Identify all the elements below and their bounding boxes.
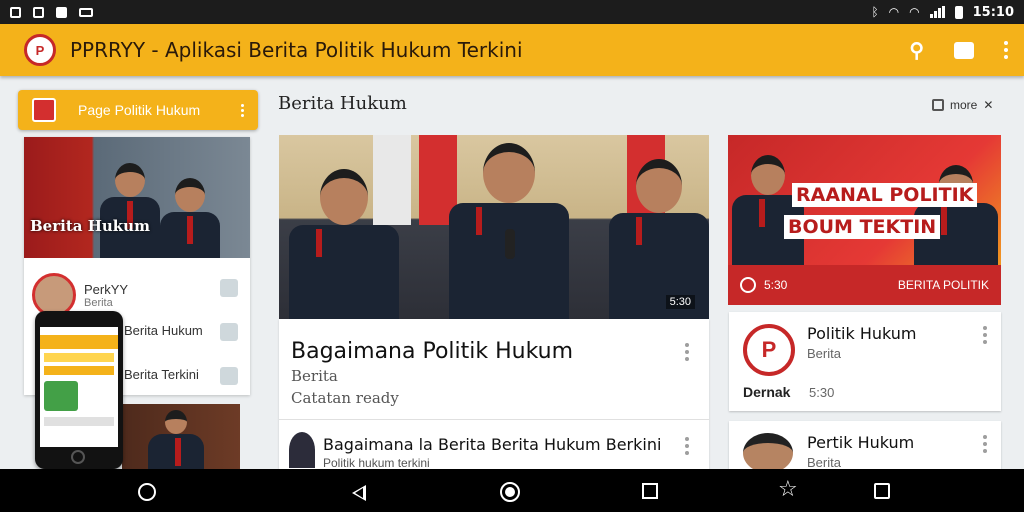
wifi-alt-icon: ◠ xyxy=(909,5,920,19)
recents-icon[interactable] xyxy=(642,483,658,499)
right-card-title: Pertik Hukum xyxy=(807,433,915,452)
star-icon[interactable]: ☆ xyxy=(778,477,798,502)
more-vert-icon[interactable] xyxy=(685,343,689,361)
filter-icon xyxy=(932,99,944,111)
sidebar-video-thumbnail-2[interactable] xyxy=(122,404,240,470)
right-article-card[interactable]: P Politik Hukum Berita Dernak 5:30 xyxy=(729,312,1001,411)
image-icon xyxy=(56,6,67,18)
main-article-source: Berita xyxy=(291,367,338,385)
sidebar-item-title: PerkYY xyxy=(84,281,129,297)
person-figure xyxy=(289,169,399,319)
signal-icon xyxy=(929,6,945,18)
search-icon[interactable]: ⚲ xyxy=(909,38,924,63)
camera-icon xyxy=(33,6,44,18)
article-row-title[interactable]: Bagaimana la Berita Berita Hukum Berkini xyxy=(323,435,661,454)
sim-icon xyxy=(10,6,21,18)
right-card-title: Politik Hukum xyxy=(807,324,917,343)
channel-logo: P xyxy=(743,324,795,376)
right-card-subtitle: Berita xyxy=(807,346,841,361)
status-bar: ᛒ ◠ ◠ 15:10 xyxy=(0,0,1024,24)
sidebar-item-subtitle: Berita xyxy=(84,296,113,309)
app-logo[interactable]: P xyxy=(24,34,56,66)
clock: 15:10 xyxy=(972,4,1014,20)
home-icon[interactable] xyxy=(500,482,520,502)
close-icon: ✕ xyxy=(983,98,994,112)
wifi-icon: ◠ xyxy=(888,5,900,19)
navigation-bar: ☆ xyxy=(0,469,1024,512)
promo-banner[interactable]: RAANAL POLITIK BOUM TEKTIN 5:30 BERITA P… xyxy=(728,135,1001,305)
right-card-channel: Dernak xyxy=(743,384,791,400)
divider xyxy=(279,419,709,420)
phone-screen xyxy=(40,327,118,447)
feed-sort-button[interactable]: more ✕ xyxy=(932,98,993,112)
sidebar-page-label: Page Politik Hukum xyxy=(78,102,201,118)
phone-green-icon xyxy=(44,381,78,411)
person-figure xyxy=(148,410,204,470)
article-thumbnail xyxy=(289,432,315,468)
sidebar-item[interactable]: Berita Hukum xyxy=(124,323,203,338)
more-vert-icon[interactable] xyxy=(241,103,244,117)
more-vert-icon[interactable] xyxy=(685,437,689,455)
keyboard-icon xyxy=(79,7,93,17)
feed-heading: Berita Hukum xyxy=(278,93,407,114)
back-icon[interactable] xyxy=(352,485,366,501)
app-bar: P PPRRYY - Aplikasi Berita Politik Hukum… xyxy=(0,24,1024,76)
sidebar-video-thumbnail[interactable]: Berita Hukum xyxy=(24,137,250,258)
main-video-thumbnail[interactable]: 5:30 xyxy=(279,135,709,319)
battery-icon xyxy=(954,5,963,19)
app-title: PPRRYY - Aplikasi Berita Politik Hukum T… xyxy=(70,38,523,62)
sort-label: more xyxy=(950,98,978,112)
banner-title-line1: RAANAL POLITIK xyxy=(792,183,978,207)
sidebar-page-button[interactable]: Page Politik Hukum xyxy=(18,90,258,130)
person-figure xyxy=(160,178,220,258)
sidebar-item[interactable]: Berita Terkini xyxy=(124,367,199,382)
right-card-subtitle: Berita xyxy=(807,455,841,469)
main-article-card[interactable]: Bagaimana Politik Hukum Berita Catatan r… xyxy=(279,319,709,470)
circle-icon[interactable] xyxy=(138,483,156,501)
person-figure xyxy=(732,155,804,265)
banner-duration: 5:30 xyxy=(764,278,788,292)
sidebar-item-title: Berita Hukum xyxy=(124,323,203,338)
main-article-title: Bagaimana Politik Hukum xyxy=(291,339,574,364)
item-action-icon[interactable] xyxy=(220,323,238,341)
person-figure xyxy=(100,163,160,258)
copy-icon[interactable] xyxy=(874,483,890,499)
chat-icon[interactable] xyxy=(954,41,974,59)
bluetooth-icon: ᛒ xyxy=(871,5,879,19)
phone-illustration xyxy=(35,311,123,469)
banner-title-line2: BOUM TEKTIN xyxy=(784,215,941,239)
banner-label: BERITA POLITIK xyxy=(897,278,989,292)
sidebar-video-caption: Berita Hukum xyxy=(30,217,150,235)
play-icon xyxy=(740,277,756,293)
item-action-icon[interactable] xyxy=(220,279,238,297)
right-article-card[interactable]: Pertik Hukum Berita xyxy=(729,421,1001,469)
banner-footer: 5:30 BERITA POLITIK xyxy=(728,265,1001,305)
right-card-duration: 5:30 xyxy=(809,385,835,400)
page-icon xyxy=(32,98,56,122)
item-action-icon[interactable] xyxy=(220,367,238,385)
phone-home-button xyxy=(71,450,85,464)
more-vert-icon[interactable] xyxy=(983,326,987,344)
main-article-meta: Catatan ready xyxy=(291,389,399,407)
article-row-subtitle: Politik hukum terkini xyxy=(323,456,430,470)
more-vert-icon[interactable] xyxy=(1004,41,1008,59)
sidebar-item-title: Berita Terkini xyxy=(124,367,199,382)
video-duration: 5:30 xyxy=(665,295,695,309)
more-vert-icon[interactable] xyxy=(983,435,987,453)
microphone xyxy=(505,229,515,259)
avatar xyxy=(743,433,793,469)
